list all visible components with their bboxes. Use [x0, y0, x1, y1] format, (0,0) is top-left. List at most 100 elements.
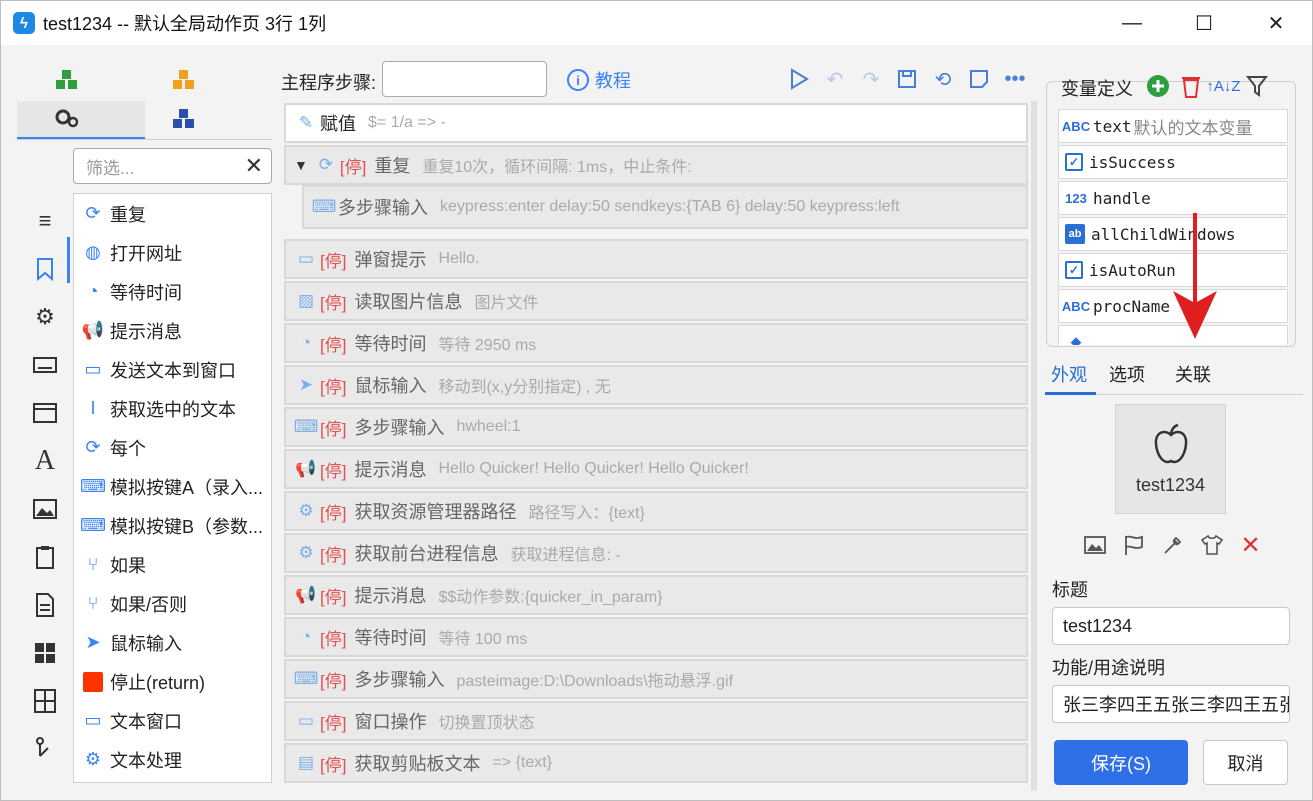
description-field[interactable]: 张三李四王五张三李四王五张: [1052, 685, 1290, 723]
menu-icon[interactable]: ≡: [23, 197, 67, 245]
action-item[interactable]: 📢 提示消息: [74, 311, 271, 350]
action-item-label: 发送文本到窗口: [110, 360, 236, 381]
step-row[interactable]: ⚙ [停] 获取资源管理器路径 路径写入：{text}: [284, 491, 1028, 531]
document-icon[interactable]: [23, 581, 67, 629]
green-cubes-icon[interactable]: [54, 69, 80, 91]
bookmark-icon[interactable]: [23, 245, 67, 293]
action-item[interactable]: ⌨ 模拟按键A（录入...: [74, 467, 271, 506]
step-row[interactable]: ◔ [停] 等待时间 等待 100 ms: [284, 617, 1028, 657]
action-icon-preview[interactable]: test1234: [1115, 404, 1226, 514]
step-row[interactable]: ▭ [停] 窗口操作 切换置顶状态: [284, 701, 1028, 741]
redo-icon[interactable]: ↷: [853, 63, 889, 95]
step-description: $= 1/a => -: [368, 114, 446, 131]
step-row[interactable]: ⌨ [停] 多步骤输入 hwheel:1: [284, 407, 1028, 447]
image-icon[interactable]: [23, 485, 67, 533]
action-item[interactable]: ⌨ 模拟按键B（参数...: [74, 506, 271, 545]
history-icon[interactable]: ⟲: [925, 63, 961, 95]
blue-cubes-icon[interactable]: [171, 108, 197, 130]
note-icon[interactable]: [961, 63, 997, 95]
step-row[interactable]: ▼ ⟳ [停] 重复 重复10次，循环间隔: 1ms，中止条件:: [284, 145, 1028, 185]
keyboard-icon[interactable]: [23, 341, 67, 389]
action-item[interactable]: 停止(return): [74, 662, 271, 701]
gear-icon[interactable]: ⚙: [23, 293, 67, 341]
action-item[interactable]: ▭ 发送文本到窗口: [74, 350, 271, 389]
gears-icon[interactable]: [54, 108, 80, 130]
action-item[interactable]: ⚙ 文本处理: [74, 740, 271, 779]
globe-icon: ◍: [85, 242, 101, 262]
eyedropper-icon[interactable]: [1153, 529, 1192, 561]
window-icon: ▭: [297, 711, 315, 730]
tab-options[interactable]: 选项: [1109, 361, 1145, 387]
variable-item[interactable]: 123 handle: [1058, 181, 1288, 215]
orange-cubes-icon[interactable]: [171, 69, 197, 91]
action-item[interactable]: ⟳ 重复: [74, 194, 271, 233]
action-item[interactable]: ▭ 文本窗口: [74, 701, 271, 740]
list-type-icon: ab: [1065, 224, 1085, 244]
tab-appearance[interactable]: 外观: [1051, 361, 1087, 387]
step-row[interactable]: ▤ [停] 获取剪贴板文本 => {text}: [284, 743, 1028, 783]
save-icon[interactable]: [889, 63, 925, 95]
step-row[interactable]: 📢 [停] 提示消息 Hello Quicker! Hello Quicker! He…: [284, 449, 1028, 489]
step-name: 多步骤输入: [338, 198, 428, 218]
clipboard-icon[interactable]: [23, 533, 67, 581]
flag-icon[interactable]: [1114, 529, 1153, 561]
stop-tag: [停]: [320, 251, 347, 271]
step-row[interactable]: ⚙ [停] 获取前台进程信息 获取进程信息: -: [284, 533, 1028, 573]
tab-association[interactable]: 关联: [1175, 361, 1211, 387]
filter-icon[interactable]: [1240, 71, 1273, 101]
action-item[interactable]: ⑂ 如果/否则: [74, 584, 271, 623]
maximize-button[interactable]: ☐: [1168, 1, 1240, 45]
variable-item[interactable]: ✓ isSuccess: [1058, 145, 1288, 179]
minimize-button[interactable]: —: [1096, 1, 1168, 45]
run-icon[interactable]: [781, 63, 817, 95]
expand-caret-icon[interactable]: ▼: [294, 157, 308, 173]
save-button[interactable]: 保存(S): [1054, 740, 1188, 785]
sort-az-icon[interactable]: ↑A↓Z: [1206, 71, 1240, 101]
title-field[interactable]: test1234: [1052, 607, 1290, 645]
remove-icon[interactable]: ✕: [1231, 529, 1270, 561]
step-description: 等待 2950 ms: [438, 337, 537, 354]
cancel-button[interactable]: 取消: [1203, 740, 1288, 785]
calculator-icon[interactable]: [23, 677, 67, 725]
property-tabs: 外观 选项 关联: [1045, 357, 1303, 395]
action-item-label: 打开网址: [110, 243, 182, 264]
add-variable-icon[interactable]: [1141, 71, 1174, 101]
variable-item[interactable]: ABC text 默认的文本变量: [1058, 109, 1288, 143]
step-row[interactable]: ▭ [停] 弹窗提示 Hello.: [284, 239, 1028, 279]
action-item[interactable]: ◔ 等待时间: [74, 272, 271, 311]
windows-logo-icon[interactable]: [23, 629, 67, 677]
step-row[interactable]: ▨ [停] 读取图片信息 图片文件: [284, 281, 1028, 321]
action-item[interactable]: ➤ 鼠标输入: [74, 623, 271, 662]
delete-variable-icon[interactable]: [1174, 71, 1207, 101]
step-row[interactable]: ◔ [停] 等待时间 等待 2950 ms: [284, 323, 1028, 363]
steps-search-input[interactable]: [382, 61, 547, 97]
more-icon[interactable]: •••: [997, 63, 1033, 95]
action-item[interactable]: I 获取选中的文本: [74, 389, 271, 428]
step-row[interactable]: ➤ [停] 鼠标输入 移动到(x,y分别指定) , 无: [284, 365, 1028, 405]
clear-filter-icon[interactable]: ✕: [245, 153, 263, 179]
step-name: 获取剪贴板文本: [354, 754, 481, 774]
step-description: 获取进程信息: -: [510, 547, 621, 564]
action-item[interactable]: ⟳ 每个: [74, 428, 271, 467]
step-list-scrollbar[interactable]: [1031, 101, 1037, 791]
shirt-icon[interactable]: [1192, 529, 1231, 561]
image-icon[interactable]: [1075, 529, 1114, 561]
window-icon: ▭: [297, 249, 315, 268]
palette-tab-active-bg: [17, 101, 145, 139]
step-row[interactable]: ⌨ [停] 多步骤输入 pasteimage:D:\Downloads\拖动悬浮.gi…: [284, 659, 1028, 699]
step-row[interactable]: ⌨ 多步骤输入 keypress:enter delay:50 sendkeys:{…: [302, 185, 1028, 229]
action-item-label: 鼠标输入: [110, 633, 182, 654]
tools-icon[interactable]: [23, 725, 67, 773]
tutorial-link[interactable]: i 教程: [567, 67, 631, 93]
step-row[interactable]: ✎ 赋值 $= 1/a => -: [284, 103, 1028, 143]
action-item[interactable]: ⑂ 如果: [74, 545, 271, 584]
window-icon[interactable]: [23, 389, 67, 437]
close-button[interactable]: ✕: [1240, 1, 1312, 45]
filter-input[interactable]: 筛选... ✕: [73, 148, 272, 184]
edit-icon: ✎: [298, 113, 314, 132]
step-row[interactable]: 📢 [停] 提示消息 $$动作参数:{quicker_in_param}: [284, 575, 1028, 615]
keyboard-icon: ⌨: [293, 669, 319, 688]
font-icon[interactable]: A: [23, 437, 67, 485]
action-item[interactable]: ◍ 打开网址: [74, 233, 271, 272]
undo-icon[interactable]: ↶: [817, 63, 853, 95]
